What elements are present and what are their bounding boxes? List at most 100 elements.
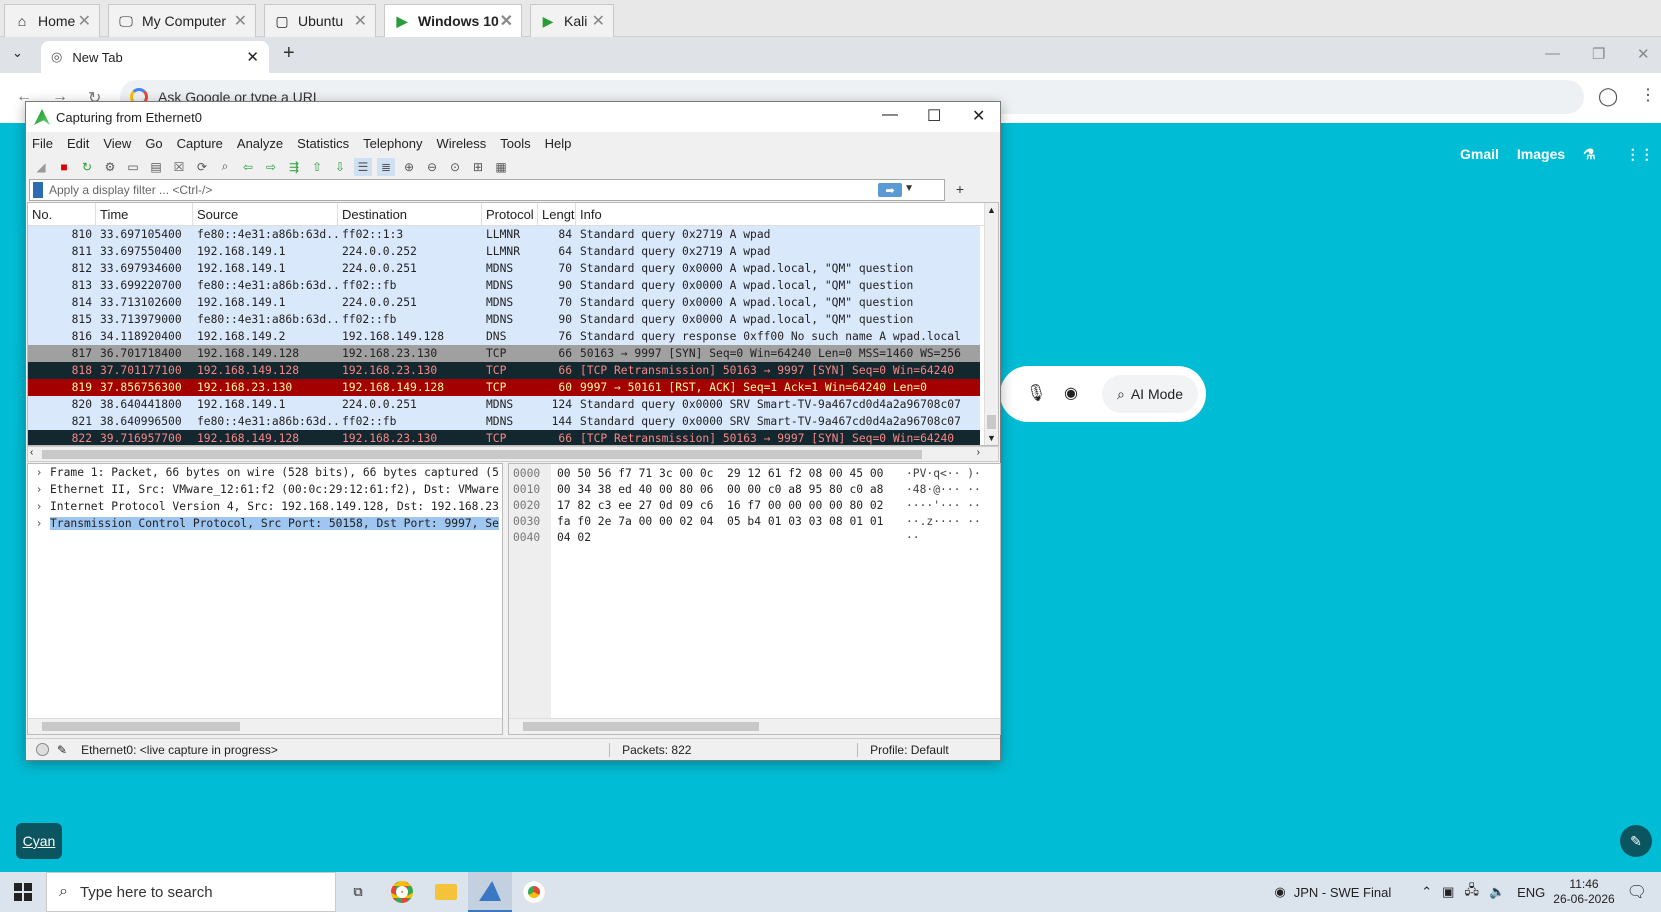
clock[interactable]: 11:46 26-06-2026 bbox=[1553, 877, 1614, 907]
zoom-in-icon[interactable]: ⊕ bbox=[400, 158, 418, 176]
resize-columns-icon[interactable]: ⊞ bbox=[469, 158, 487, 176]
chevron-right-icon[interactable]: › bbox=[28, 517, 50, 530]
chrome-icon[interactable]: ◉ bbox=[1274, 884, 1285, 900]
chevron-down-icon[interactable]: ▼ bbox=[904, 183, 914, 194]
find-packet-icon[interactable]: ⌕ bbox=[216, 158, 234, 176]
close-icon[interactable]: ✕ bbox=[500, 11, 513, 31]
menu-go[interactable]: Go bbox=[145, 136, 162, 151]
column-protocol[interactable]: Protocol bbox=[482, 203, 538, 225]
close-icon[interactable]: ✕ bbox=[592, 11, 605, 31]
close-icon[interactable]: ✕ bbox=[78, 11, 91, 31]
new-tab-button[interactable]: + bbox=[283, 42, 295, 65]
customize-button[interactable]: Cyan bbox=[16, 823, 62, 859]
chevron-right-icon[interactable]: › bbox=[28, 500, 50, 513]
menu-tools[interactable]: Tools bbox=[500, 136, 530, 151]
close-icon[interactable]: ✕ bbox=[234, 11, 247, 31]
detail-row[interactable]: › Frame 1: Packet, 66 bytes on wire (528 … bbox=[28, 464, 502, 481]
open-file-icon[interactable]: ▭ bbox=[124, 158, 142, 176]
add-filter-button[interactable]: + bbox=[956, 181, 964, 197]
hex-row[interactable]: 0020 17 82 c3 ee 27 0d 09 c6 16 f7 00 00 … bbox=[509, 499, 1000, 515]
packet-row[interactable]: 813 33.699220700 fe80::4e31:a86b:63d... ff0… bbox=[28, 277, 980, 294]
images-link[interactable]: Images bbox=[1517, 146, 1565, 163]
chevron-right-icon[interactable]: › bbox=[977, 447, 980, 458]
packet-row[interactable]: 817 36.701718400 192.168.149.128 192.168.23… bbox=[28, 345, 980, 362]
details-hscrollbar[interactable] bbox=[28, 718, 502, 734]
lens-icon[interactable]: ◉ bbox=[1064, 383, 1078, 403]
display-filter-input[interactable]: Apply a display filter ... <Ctrl-/> ➡ ▼ … bbox=[29, 179, 964, 201]
browser-tab[interactable]: ◎ New Tab ✕ bbox=[41, 41, 269, 73]
hex-row[interactable]: 0010 00 34 38 ed 40 00 80 06 00 00 c0 a8 … bbox=[509, 483, 1000, 499]
start-capture-icon[interactable]: ◢ bbox=[32, 158, 50, 176]
menu-wireless[interactable]: Wireless bbox=[436, 136, 486, 151]
chevron-up-icon[interactable]: ▲ bbox=[987, 205, 996, 215]
close-icon[interactable]: ✕ bbox=[972, 106, 985, 126]
packet-row[interactable]: 816 34.118920400 192.168.149.2 192.168.149.… bbox=[28, 328, 980, 345]
menu-view[interactable]: View bbox=[103, 136, 131, 151]
packet-list-hscrollbar[interactable]: ‹ › bbox=[27, 446, 999, 462]
packet-row[interactable]: 812 33.697934600 192.168.149.1 224.0.0.251 M… bbox=[28, 260, 980, 277]
close-icon[interactable]: ✕ bbox=[354, 11, 367, 31]
menu-icon[interactable]: ⋮ bbox=[1640, 85, 1656, 105]
windows-start-icon[interactable] bbox=[0, 872, 46, 912]
menu-edit[interactable]: Edit bbox=[67, 136, 89, 151]
ai-mode-button[interactable]: ⌕ AI Mode bbox=[1102, 375, 1198, 413]
scroll-thumb[interactable] bbox=[42, 722, 240, 731]
reload-file-icon[interactable]: ⟳ bbox=[193, 158, 211, 176]
profile-icon[interactable]: ◯ bbox=[1598, 86, 1618, 107]
edit-icon[interactable]: ✎ bbox=[1620, 825, 1652, 857]
gmail-link[interactable]: Gmail bbox=[1460, 146, 1499, 163]
vm-tab-ubuntu[interactable]: ▢ Ubuntu ✕ bbox=[264, 4, 376, 37]
go-to-packet-icon[interactable]: ⇶ bbox=[285, 158, 303, 176]
chevron-up-icon[interactable]: ⌃ bbox=[1421, 884, 1432, 900]
zoom-out-icon[interactable]: ⊖ bbox=[423, 158, 441, 176]
packet-row[interactable]: 819 37.856756300 192.168.23.130 192.168.149… bbox=[28, 379, 980, 396]
go-back-icon[interactable]: ⇦ bbox=[239, 158, 257, 176]
save-file-icon[interactable]: ▤ bbox=[147, 158, 165, 176]
packet-row[interactable]: 814 33.713102600 192.168.149.1 224.0.0.251 M… bbox=[28, 294, 980, 311]
chevron-left-icon[interactable]: ‹ bbox=[30, 447, 33, 458]
chevron-down-icon[interactable]: ▼ bbox=[987, 433, 996, 443]
menu-statistics[interactable]: Statistics bbox=[297, 136, 349, 151]
restore-icon[interactable]: ❐ bbox=[1592, 45, 1605, 63]
packet-row[interactable]: 811 33.697550400 192.168.149.1 224.0.0.252 L… bbox=[28, 243, 980, 260]
stop-capture-icon[interactable]: ■ bbox=[55, 158, 73, 176]
chrome-icon[interactable] bbox=[512, 872, 556, 912]
meet-icon[interactable]: ▣ bbox=[1442, 884, 1454, 900]
apps-icon[interactable]: ⋮⋮ bbox=[1626, 146, 1654, 163]
menu-telephony[interactable]: Telephony bbox=[363, 136, 422, 151]
restart-capture-icon[interactable]: ↻ bbox=[78, 158, 96, 176]
autoscroll-icon[interactable]: ☰ bbox=[354, 157, 372, 176]
menu-help[interactable]: Help bbox=[545, 136, 572, 151]
minimize-icon[interactable]: — bbox=[1545, 45, 1560, 62]
mic-icon[interactable]: 🎙 bbox=[1026, 383, 1046, 403]
close-icon[interactable]: ✕ bbox=[1637, 45, 1650, 63]
column-no[interactable]: No. bbox=[28, 203, 96, 225]
task-view-icon[interactable]: ⧉ bbox=[336, 872, 380, 912]
chevron-down-icon[interactable]: ⌄ bbox=[12, 45, 23, 61]
network-icon[interactable]: 🖧 bbox=[1464, 881, 1479, 903]
scroll-thumb[interactable] bbox=[523, 722, 759, 731]
taskbar-search[interactable]: ⌕ Type here to search bbox=[46, 872, 336, 912]
apply-filter-icon[interactable]: ➡ bbox=[878, 183, 902, 197]
vm-tab-windows-10[interactable]: ▶ Windows 10 ✕ bbox=[384, 4, 522, 37]
packet-row[interactable]: 818 37.701177100 192.168.149.128 192.168.23… bbox=[28, 362, 980, 379]
packet-list-scrollbar[interactable]: ▲ ▼ bbox=[984, 203, 998, 445]
menu-analyze[interactable]: Analyze bbox=[237, 136, 283, 151]
menu-file[interactable]: File bbox=[32, 136, 53, 151]
wireshark-taskbar-icon[interactable] bbox=[468, 872, 512, 912]
packet-row[interactable]: 822 39.716957700 192.168.149.128 192.168.23… bbox=[28, 430, 980, 445]
labs-icon[interactable]: ⚗ bbox=[1583, 146, 1596, 163]
zoom-reset-icon[interactable]: ⊙ bbox=[446, 158, 464, 176]
column-length[interactable]: Length bbox=[538, 203, 576, 225]
network-label[interactable]: JPN - SWE Final bbox=[1294, 885, 1392, 900]
bookmark-icon[interactable] bbox=[33, 182, 43, 198]
close-icon[interactable]: ✕ bbox=[246, 48, 259, 66]
menu-capture[interactable]: Capture bbox=[177, 136, 223, 151]
minimize-icon[interactable]: — bbox=[882, 106, 898, 124]
chevron-right-icon[interactable]: › bbox=[28, 466, 50, 479]
first-packet-icon[interactable]: ⇧ bbox=[308, 158, 326, 176]
packet-row[interactable]: 810 33.697105400 fe80::4e31:a86b:63d... ff0… bbox=[28, 226, 980, 243]
language-indicator[interactable]: ENG bbox=[1517, 885, 1545, 900]
column-destination[interactable]: Destination bbox=[338, 203, 482, 225]
chrome-icon[interactable] bbox=[380, 872, 424, 912]
